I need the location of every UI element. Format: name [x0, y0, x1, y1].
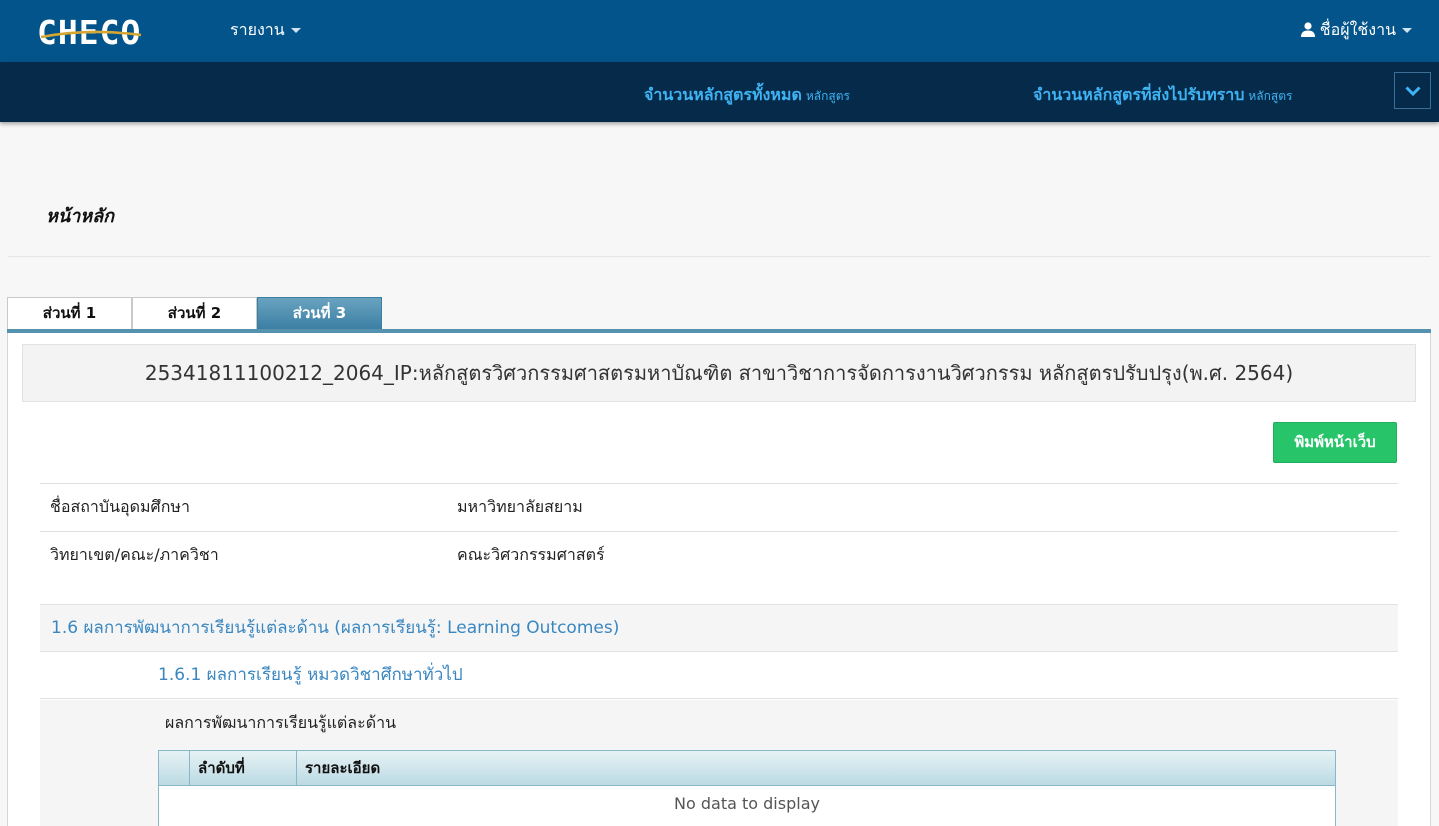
checo-logo[interactable]: CHECO — [37, 14, 145, 52]
total-courses-label: จำนวนหลักสูตรทั้งหมด — [644, 85, 802, 104]
info-row-institution: ชื่อสถาบันอุดมศึกษา มหาวิทยาลัยสยาม — [40, 483, 1398, 531]
top-navbar: CHECO รายงาน ชื่อผู้ใช้งาน — [0, 0, 1439, 62]
grid-header: ลำดับที่ รายละเอียด — [159, 751, 1335, 786]
section-tabs: ส่วนที่ 1 ส่วนที่ 2 ส่วนที่ 3 — [7, 297, 382, 329]
user-icon — [1300, 22, 1315, 37]
faculty-value: คณะวิศวกรรมศาสตร์ — [457, 545, 605, 564]
grid-header-order[interactable]: ลำดับที่ — [190, 751, 297, 785]
institution-value: มหาวิทยาลัยสยาม — [457, 497, 583, 516]
grid-empty-message: No data to display — [674, 794, 820, 813]
grid-header-detail[interactable]: รายละเอียด — [297, 751, 1335, 785]
divider — [8, 256, 1431, 257]
report-menu[interactable]: รายงาน — [230, 18, 301, 42]
outcome-label: ผลการพัฒนาการเรียนรู้แต่ละด้าน — [165, 713, 397, 732]
institution-label: ชื่อสถาบันอุดมศึกษา — [50, 497, 190, 516]
faculty-label: วิทยาเขต/คณะ/ภาควิชา — [50, 545, 219, 564]
grid-header-select[interactable] — [159, 751, 190, 785]
stats-bar: จำนวนหลักสูตรทั้งหมด หลักสูตร จำนวนหลักสู… — [0, 62, 1439, 122]
total-courses-unit: หลักสูตร — [805, 89, 850, 103]
user-menu[interactable]: ชื่อผู้ใช้งาน — [1300, 18, 1412, 42]
caret-down-icon — [1402, 28, 1412, 33]
section-1-6-1-header[interactable]: 1.6.1 ผลการเรียนรู้ หมวดวิชาศึกษาทั่วไป — [40, 652, 1398, 699]
user-menu-label: ชื่อผู้ใช้งาน — [1319, 20, 1396, 39]
caret-down-icon — [290, 28, 301, 33]
sent-courses-unit: หลักสูตร — [1248, 89, 1293, 103]
course-title: 25341811100212_2064_IP:หลักสูตรวิศวกรรมศ… — [22, 344, 1416, 402]
section-1-6-header[interactable]: 1.6 ผลการพัฒนาการเรียนรู้แต่ละด้าน (ผลกา… — [40, 604, 1398, 652]
total-courses-stat[interactable]: จำนวนหลักสูตรทั้งหมด หลักสูตร — [644, 83, 850, 108]
print-page-button[interactable]: พิมพ์หน้าเว็บ — [1273, 422, 1397, 463]
tab-part-1[interactable]: ส่วนที่ 1 — [7, 297, 132, 329]
report-menu-label: รายงาน — [230, 20, 285, 39]
tab-part-2[interactable]: ส่วนที่ 2 — [132, 297, 257, 329]
learning-outcomes-grid: ลำดับที่ รายละเอียด No data to display — [158, 750, 1336, 826]
sent-courses-stat[interactable]: จำนวนหลักสูตรที่ส่งไปรับทราบ หลักสูตร — [1033, 83, 1292, 108]
chevron-down-icon — [1404, 85, 1421, 96]
info-row-faculty: วิทยาเขต/คณะ/ภาควิชา คณะวิศวกรรมศาสตร์ — [40, 531, 1398, 579]
sent-courses-label: จำนวนหลักสูตรที่ส่งไปรับทราบ — [1033, 85, 1245, 104]
logo-swoosh-icon — [40, 30, 142, 39]
page-title: หน้าหลัก — [46, 206, 115, 227]
expand-toggle-button[interactable] — [1394, 72, 1431, 109]
tab-part-3[interactable]: ส่วนที่ 3 — [257, 297, 382, 329]
